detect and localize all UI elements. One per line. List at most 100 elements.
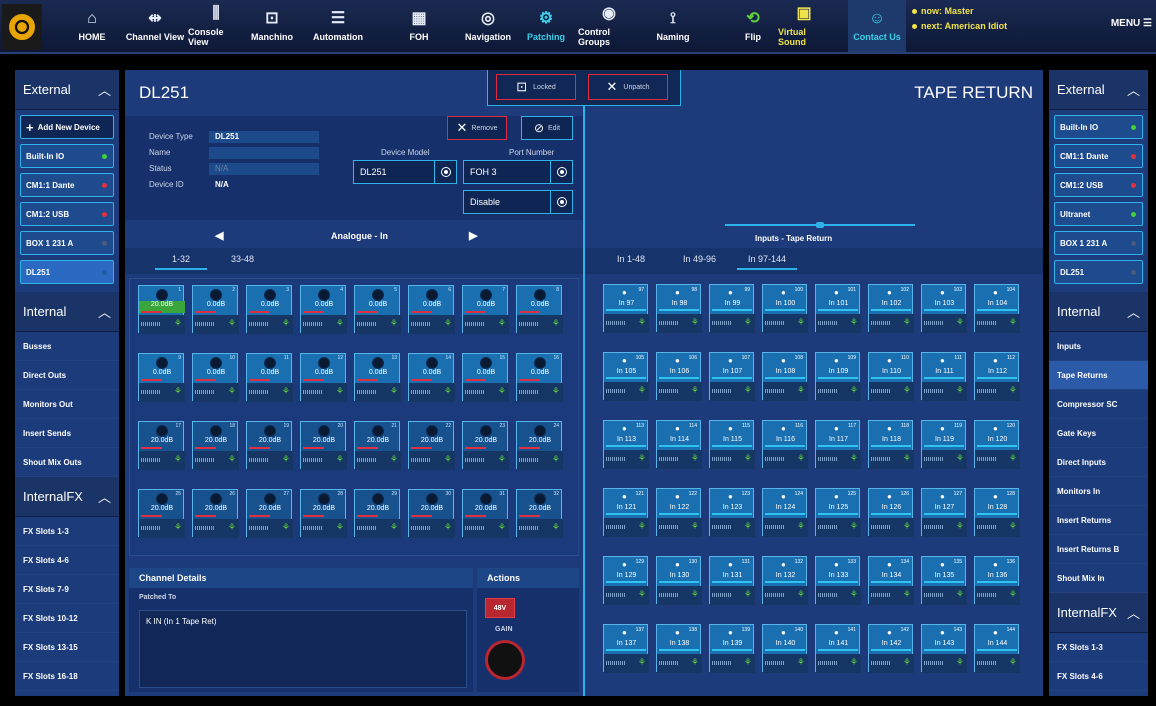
unpatch-button[interactable]: ✕ Unpatch [588,74,668,100]
tape-return-input[interactable]: ● 127 In 127 ⚘ [921,488,967,537]
section-header-internalfx[interactable]: InternalFX ︿ [15,477,119,517]
channel-strip[interactable]: 3 0.0dB ⚘ [246,285,293,334]
channel-strip[interactable]: 8 0.0dB ⚘ [516,285,563,334]
device-box-1-231-a[interactable]: BOX 1 231 A [20,231,114,255]
tape-return-input[interactable]: ● 124 In 124 ⚘ [762,488,808,537]
device-box-1-231-a[interactable]: BOX 1 231 A [1054,231,1143,255]
device-built-in-io[interactable]: Built-In IO [20,144,114,168]
tab-in-49-96[interactable]: In 49-96 [683,254,716,264]
nav-direct-inputs[interactable]: Direct Inputs [1049,448,1148,477]
channel-strip[interactable]: 18 20.0dB ⚘ [192,421,239,470]
tape-return-input[interactable]: ● 133 In 133 ⚘ [815,556,861,605]
channel-strip[interactable]: 24 20.0dB ⚘ [516,421,563,470]
channel-strip[interactable]: 29 20.0dB ⚘ [354,489,401,538]
channel-strip[interactable]: 12 0.0dB ⚘ [300,353,347,402]
port-number-select[interactable]: FOH 3 [463,160,573,184]
tape-return-input[interactable]: ● 112 In 112 ⚘ [974,352,1020,401]
device-built-in-io[interactable]: Built-In IO [1054,115,1143,139]
tab-in-1-48[interactable]: In 1-48 [617,254,645,264]
tape-return-input[interactable]: ● 104 In 104 ⚘ [974,284,1020,333]
tape-return-input[interactable]: ● 140 In 140 ⚘ [762,624,808,673]
channel-strip[interactable]: 6 0.0dB ⚘ [408,285,455,334]
nav-busses[interactable]: Busses [15,332,119,361]
tape-return-input[interactable]: ● 118 In 118 ⚘ [868,420,914,469]
channel-strip[interactable]: 25 20.0dB ⚘ [138,489,185,538]
channel-strip[interactable]: 23 20.0dB ⚘ [462,421,509,470]
nav-insert-returns-b[interactable]: Insert Returns B [1049,535,1148,564]
tape-return-input[interactable]: ● 110 In 110 ⚘ [868,352,914,401]
logo-icon[interactable] [2,4,42,50]
tape-return-input[interactable]: ● 105 In 105 ⚘ [603,352,649,401]
nav-item-automation[interactable]: ☰ Automation [310,0,366,52]
device-dl251[interactable]: DL251 [20,260,114,284]
nav-insert-sends[interactable]: Insert Sends [15,419,119,448]
channel-strip[interactable]: 10 0.0dB ⚘ [192,353,239,402]
tape-return-input[interactable]: ● 122 In 122 ⚘ [656,488,702,537]
phantom-power-button[interactable]: 48V [485,598,515,618]
tape-return-input[interactable]: ● 101 In 101 ⚘ [815,284,861,333]
nav-shout-mix-in[interactable]: Shout Mix In [1049,564,1148,593]
channel-strip[interactable]: 11 0.0dB ⚘ [246,353,293,402]
nav-compressor-sc[interactable]: Compressor SC [1049,390,1148,419]
menu-button[interactable]: MENU ☰ [1111,18,1152,29]
device-model-select[interactable]: DL251 [353,160,457,184]
tape-return-input[interactable]: ● 117 In 117 ⚘ [815,420,861,469]
device-cm1-1-dante[interactable]: CM1:1 Dante [1054,144,1143,168]
nav-fx-slots-7-9[interactable]: FX Slots 7-9 [15,575,119,604]
tape-return-input[interactable]: ● 121 In 121 ⚘ [603,488,649,537]
channel-strip[interactable]: 27 20.0dB ⚘ [246,489,293,538]
tape-return-input[interactable]: ● 131 In 131 ⚘ [709,556,755,605]
tape-return-input[interactable]: ● 137 In 137 ⚘ [603,624,649,673]
tape-return-input[interactable]: ● 143 In 143 ⚘ [921,624,967,673]
nav-fx-slots-1-3[interactable]: FX Slots 1-3 [1049,633,1148,662]
tape-return-input[interactable]: ● 100 In 100 ⚘ [762,284,808,333]
tape-return-input[interactable]: ● 119 In 119 ⚘ [921,420,967,469]
nav-item-control-groups[interactable]: ◉ Control Groups [578,0,640,52]
nav-monitors-in[interactable]: Monitors In [1049,477,1148,506]
channel-strip[interactable]: 16 0.0dB ⚘ [516,353,563,402]
tape-return-input[interactable]: ● 128 In 128 ⚘ [974,488,1020,537]
nav-fx-slots-13-15[interactable]: FX Slots 13-15 [15,633,119,662]
nav-item-contact-us[interactable]: ☺ Contact Us [848,0,906,52]
channel-strip[interactable]: 19 20.0dB ⚘ [246,421,293,470]
disable-select[interactable]: Disable [463,190,573,214]
tape-return-input[interactable]: ● 142 In 142 ⚘ [868,624,914,673]
tape-return-input[interactable]: ● 114 In 114 ⚘ [656,420,702,469]
tab-1-32[interactable]: 1-32 [155,254,207,270]
tape-return-input[interactable]: ● 132 In 132 ⚘ [762,556,808,605]
nav-fx-slots-10-12[interactable]: FX Slots 10-12 [15,604,119,633]
tape-return-input[interactable]: ● 120 In 120 ⚘ [974,420,1020,469]
next-page-icon[interactable]: ▶ [469,229,477,242]
nav-shout-mix-outs[interactable]: Shout Mix Outs [15,448,119,477]
channel-strip[interactable]: 31 20.0dB ⚘ [462,489,509,538]
tape-return-input[interactable]: ● 130 In 130 ⚘ [656,556,702,605]
channel-strip[interactable]: 20 20.0dB ⚘ [300,421,347,470]
section-header-external[interactable]: External ︿ [1049,70,1148,110]
nav-item-navigation[interactable]: ◎ Navigation [458,0,518,52]
tape-return-input[interactable]: ● 134 In 134 ⚘ [868,556,914,605]
tape-return-input[interactable]: ● 125 In 125 ⚘ [815,488,861,537]
tape-return-input[interactable]: ● 108 In 108 ⚘ [762,352,808,401]
tape-return-input[interactable]: ● 103 In 103 ⚘ [921,284,967,333]
tape-return-input[interactable]: ● 123 In 123 ⚘ [709,488,755,537]
nav-item-foh[interactable]: ▦ FOH [400,0,438,52]
slider-handle-icon[interactable] [816,222,824,228]
device-dl251[interactable]: DL251 [1054,260,1143,284]
nav-gate-keys[interactable]: Gate Keys [1049,419,1148,448]
nav-fx-slots-4-6[interactable]: FX Slots 4-6 [1049,662,1148,691]
tape-return-input[interactable]: ● 102 In 102 ⚘ [868,284,914,333]
section-header-internal[interactable]: Internal ︿ [15,292,119,332]
tab-in-97-144[interactable]: In 97-144 [737,254,797,270]
channel-strip[interactable]: 14 0.0dB ⚘ [408,353,455,402]
nav-item-channel-view[interactable]: ⇹ Channel View [124,0,186,52]
gain-knob[interactable] [485,640,525,680]
channel-strip[interactable]: 7 0.0dB ⚘ [462,285,509,334]
channel-strip[interactable]: 17 20.0dB ⚘ [138,421,185,470]
tape-return-input[interactable]: ● 107 In 107 ⚘ [709,352,755,401]
channel-strip[interactable]: 13 0.0dB ⚘ [354,353,401,402]
tab-33-48[interactable]: 33-48 [231,254,254,264]
nav-tape-returns[interactable]: Tape Returns [1049,361,1148,390]
channel-strip[interactable]: 4 0.0dB ⚘ [300,285,347,334]
device-cm1-2-usb[interactable]: CM1:2 USB [1054,173,1143,197]
nav-inputs[interactable]: Inputs [1049,332,1148,361]
